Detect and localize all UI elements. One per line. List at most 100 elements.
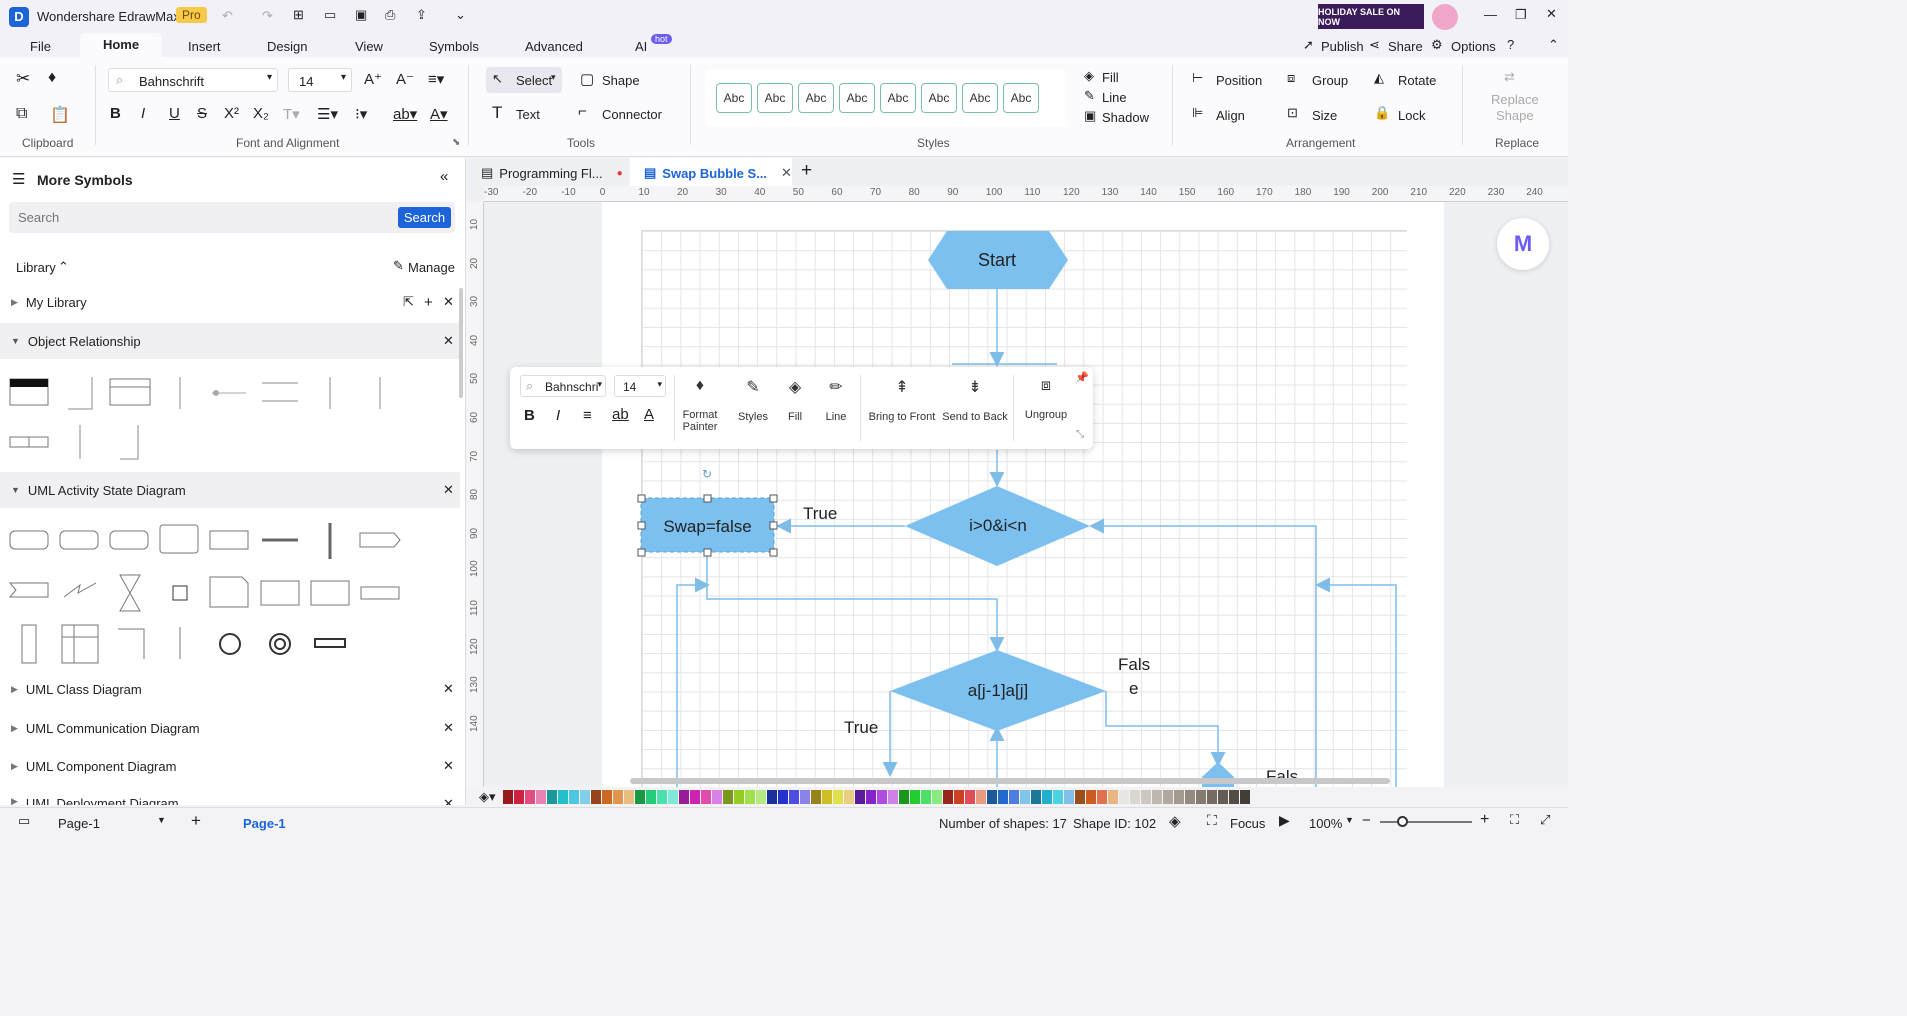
fill-button[interactable]: Fill <box>1102 70 1119 85</box>
publish-button[interactable]: Publish <box>1321 39 1364 54</box>
font-size-select[interactable]: 14 ▾ <box>288 68 352 92</box>
color-swatch[interactable] <box>1053 790 1063 804</box>
section-object-relationship[interactable]: ▼ Object Relationship ✕ <box>0 323 460 359</box>
superscript-icon[interactable]: X² <box>224 105 239 122</box>
new-tab-icon[interactable]: + <box>801 160 812 182</box>
bold-icon[interactable]: B <box>110 105 121 122</box>
float-highlight-icon[interactable]: ab <box>612 406 629 423</box>
style-swatch[interactable]: Abc <box>798 83 834 113</box>
style-swatch[interactable]: Abc <box>839 83 875 113</box>
menu-ai[interactable]: AI <box>635 39 647 54</box>
style-swatch[interactable]: Abc <box>962 83 998 113</box>
dialog-launcher-icon[interactable]: ⬊ <box>452 137 460 148</box>
color-swatch[interactable] <box>569 790 579 804</box>
focus-icon[interactable]: ⛶ <box>1207 812 1217 829</box>
color-swatch[interactable] <box>877 790 887 804</box>
float-size-select[interactable]: 14 ▾ <box>614 375 666 397</box>
color-swatch[interactable] <box>888 790 898 804</box>
color-swatch[interactable] <box>547 790 557 804</box>
size-button[interactable]: Size <box>1312 108 1337 123</box>
color-swatch[interactable] <box>1108 790 1118 804</box>
replace-shape-label-1[interactable]: Replace <box>1491 92 1539 107</box>
print-icon[interactable]: ⎙ <box>385 7 395 23</box>
float-bring-front[interactable]: ⇞ Bring to Front <box>866 377 938 423</box>
color-swatch[interactable] <box>591 790 601 804</box>
float-send-back[interactable]: ⇟ Send to Back <box>940 377 1010 423</box>
layers-icon[interactable]: ◈ <box>1169 812 1181 830</box>
color-swatch[interactable] <box>1097 790 1107 804</box>
color-swatch[interactable] <box>811 790 821 804</box>
page-tab[interactable]: Page-1 <box>243 816 286 831</box>
color-swatch[interactable] <box>1141 790 1151 804</box>
color-swatch[interactable] <box>1196 790 1206 804</box>
color-swatch[interactable] <box>778 790 788 804</box>
menu-advanced[interactable]: Advanced <box>525 39 583 54</box>
italic-icon[interactable]: I <box>141 105 145 122</box>
color-swatch[interactable] <box>943 790 953 804</box>
color-swatch[interactable] <box>1020 790 1030 804</box>
section-uml-communication[interactable]: ▶ UML Communication Diagram ✕ <box>0 710 460 746</box>
ai-assistant-icon[interactable]: M <box>1497 218 1549 270</box>
color-swatch[interactable] <box>1240 790 1250 804</box>
color-swatch[interactable] <box>635 790 645 804</box>
increase-font-icon[interactable]: A⁺ <box>364 70 382 88</box>
close-icon[interactable]: ✕ <box>443 482 454 498</box>
line-button[interactable]: Line <box>1102 90 1127 105</box>
copy-icon[interactable]: ⧉ <box>16 105 27 123</box>
float-styles[interactable]: ✎ Styles <box>732 377 774 423</box>
tab-swap-bubble[interactable]: ▤ Swap Bubble S... ✕ <box>630 158 792 188</box>
panel-title[interactable]: More Symbols <box>37 172 133 188</box>
color-swatch[interactable] <box>855 790 865 804</box>
zoom-level[interactable]: 100% <box>1309 816 1342 831</box>
pin-icon[interactable]: 📌 <box>1075 371 1089 384</box>
close-icon[interactable]: ✕ <box>443 796 454 805</box>
tab-programming[interactable]: ▤ Programming Fl... ● <box>467 158 627 188</box>
my-library-row[interactable]: ▶ My Library ⇱ + ✕ <box>0 284 460 320</box>
color-swatch[interactable] <box>536 790 546 804</box>
new-icon[interactable]: ⊞ <box>293 7 304 23</box>
color-swatch[interactable] <box>932 790 942 804</box>
fullscreen-icon[interactable]: ⤢ <box>1540 812 1550 828</box>
color-swatch[interactable] <box>756 790 766 804</box>
open-icon[interactable]: ▭ <box>324 7 336 23</box>
color-swatch[interactable] <box>954 790 964 804</box>
color-swatch[interactable] <box>690 790 700 804</box>
highlight-icon[interactable]: ab▾ <box>393 105 417 123</box>
position-button[interactable]: Position <box>1216 73 1262 88</box>
style-swatch[interactable]: Abc <box>757 83 793 113</box>
help-icon[interactable]: ? <box>1507 37 1514 52</box>
color-swatch[interactable] <box>866 790 876 804</box>
style-swatch[interactable]: Abc <box>1003 83 1039 113</box>
bullets-icon[interactable]: ⁝▾ <box>355 105 367 123</box>
lock-button[interactable]: Lock <box>1398 108 1425 123</box>
fill-bucket-icon[interactable]: ◈▾ <box>479 789 496 805</box>
float-italic-icon[interactable]: I <box>556 407 560 424</box>
collapse-ribbon-icon[interactable]: ⌃ <box>1548 37 1559 53</box>
color-swatch[interactable] <box>965 790 975 804</box>
paste-icon[interactable]: 📋 <box>50 105 70 125</box>
float-font-select[interactable]: ⌕ Bahnschri ▾ <box>520 375 606 397</box>
menu-symbols[interactable]: Symbols <box>429 39 479 54</box>
color-swatch[interactable] <box>998 790 1008 804</box>
replace-shape-label-2[interactable]: Shape <box>1496 108 1534 123</box>
float-bold-icon[interactable]: B <box>524 407 535 424</box>
chevron-down-icon[interactable]: ▼ <box>1345 815 1354 825</box>
text-tool[interactable]: T Text <box>492 101 562 127</box>
color-swatch[interactable] <box>1218 790 1228 804</box>
color-swatch[interactable] <box>1075 790 1085 804</box>
color-swatch[interactable] <box>1152 790 1162 804</box>
close-icon[interactable]: ✕ <box>443 333 454 349</box>
float-fill[interactable]: ◈ Fill <box>780 377 810 423</box>
uml-activity-shapes[interactable] <box>0 513 460 673</box>
align-button[interactable]: Align <box>1216 108 1245 123</box>
color-swatch[interactable] <box>734 790 744 804</box>
float-format-painter[interactable]: ♦ Format Painter <box>678 377 722 433</box>
color-swatch[interactable] <box>1229 790 1239 804</box>
page-select[interactable]: Page-1 <box>58 816 100 831</box>
resize-icon[interactable]: ⤡ <box>1076 429 1084 440</box>
close-icon[interactable]: ✕ <box>443 720 454 736</box>
float-line[interactable]: ✏ Line <box>820 377 852 423</box>
color-swatch[interactable] <box>822 790 832 804</box>
float-align-icon[interactable]: ≡ <box>583 407 592 424</box>
color-swatch[interactable] <box>1031 790 1041 804</box>
